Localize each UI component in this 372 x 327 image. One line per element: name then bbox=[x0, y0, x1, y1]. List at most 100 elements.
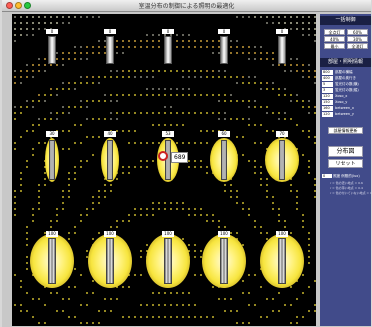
illuminance-dot bbox=[152, 304, 154, 306]
illuminance-dot bbox=[206, 220, 208, 222]
illuminance-dot bbox=[146, 34, 148, 36]
param-label: Xoso_y bbox=[335, 100, 348, 104]
illuminance-dot bbox=[164, 316, 166, 318]
illuminance-dot bbox=[26, 244, 28, 246]
illuminance-dot bbox=[212, 220, 214, 222]
param-value[interactable]: 160 bbox=[322, 106, 333, 111]
illuminance-dot bbox=[98, 46, 100, 48]
param-value[interactable]: 150 bbox=[322, 100, 333, 105]
thirty-percent-button[interactable]: 30% bbox=[347, 36, 368, 42]
lamp-tube[interactable] bbox=[107, 140, 113, 180]
illuminance-dot bbox=[272, 112, 274, 114]
illuminance-dot bbox=[14, 82, 16, 84]
illuminance-dot bbox=[254, 106, 256, 108]
illuminance-dot bbox=[302, 106, 304, 108]
param-value[interactable]: 800 bbox=[322, 70, 333, 75]
lamp-tube[interactable] bbox=[49, 140, 55, 180]
illuminance-dot bbox=[206, 112, 208, 114]
illuminance-dot bbox=[284, 64, 286, 66]
illuminance-dot bbox=[122, 166, 124, 168]
legend-note: r = 色の濃い地点 = 0.6 bbox=[330, 181, 363, 185]
hanging-lamp[interactable] bbox=[220, 36, 228, 64]
illuminance-dot bbox=[242, 292, 244, 294]
illuminance-dot bbox=[260, 58, 262, 60]
illuminance-dot bbox=[26, 310, 28, 312]
illuminance-dot bbox=[314, 304, 316, 306]
illuminance-dot bbox=[308, 250, 310, 252]
lamp-tube[interactable] bbox=[279, 140, 285, 180]
lamp-tube[interactable] bbox=[220, 238, 228, 284]
illuminance-dot bbox=[140, 76, 142, 78]
illuminance-dot bbox=[272, 202, 274, 204]
illuminance-dot bbox=[98, 82, 100, 84]
illuminance-dot bbox=[20, 280, 22, 282]
all-off-button[interactable]: 全消灯 bbox=[347, 43, 368, 49]
illuminance-dot bbox=[14, 274, 16, 276]
illuminance-dot bbox=[242, 136, 244, 138]
param-label: 部屋の横幅 bbox=[335, 70, 353, 74]
illuminance-dot bbox=[296, 16, 298, 18]
illuminance-dot bbox=[158, 94, 160, 96]
param-value[interactable]: 3 bbox=[322, 88, 333, 93]
param-value[interactable]: 5 bbox=[322, 82, 333, 87]
illuminance-dot bbox=[110, 112, 112, 114]
illuminance-dot bbox=[218, 94, 220, 96]
illuminance-dot bbox=[68, 112, 70, 114]
illuminance-dot bbox=[152, 316, 154, 318]
illuminance-dot bbox=[176, 40, 178, 42]
forty-percent-button[interactable]: 40% bbox=[324, 36, 345, 42]
lamp-tube[interactable] bbox=[278, 238, 286, 284]
illuminance-dot bbox=[140, 256, 142, 258]
simulation-canvas[interactable]: 0 0 0 0 0 30 40 53 60 70 100 100 100 100 100 689 bbox=[12, 14, 316, 326]
hanging-lamp[interactable] bbox=[278, 36, 286, 64]
illuminance-dot bbox=[242, 280, 244, 282]
update-room-button[interactable]: 部屋情報更新 bbox=[328, 127, 363, 134]
illuminance-dot bbox=[104, 76, 106, 78]
all-on-button[interactable]: 全点灯 bbox=[324, 29, 345, 35]
illuminance-dot bbox=[26, 130, 28, 132]
hanging-lamp[interactable] bbox=[106, 36, 114, 64]
illuminance-dot bbox=[32, 100, 34, 102]
lamp-tube[interactable] bbox=[106, 238, 114, 284]
illuminance-dot bbox=[284, 112, 286, 114]
illuminance-dot bbox=[194, 160, 196, 162]
illuminance-dot bbox=[176, 112, 178, 114]
illuminance-dot bbox=[242, 154, 244, 156]
distribution-map-button[interactable]: 分布図 bbox=[328, 146, 363, 157]
reset-button[interactable]: リセット bbox=[328, 159, 363, 168]
param-value[interactable]: 120 bbox=[322, 112, 333, 117]
param-value[interactable]: 400 bbox=[322, 76, 333, 81]
illuminance-dot bbox=[194, 256, 196, 258]
illuminance-dot bbox=[254, 220, 256, 222]
illuminance-dot bbox=[44, 100, 46, 102]
illuminance-dot bbox=[98, 40, 100, 42]
illuminance-dot bbox=[218, 100, 220, 102]
illuminance-dot bbox=[296, 298, 298, 300]
lamp-tube[interactable] bbox=[48, 238, 56, 284]
illuminance-dot bbox=[314, 16, 316, 18]
illuminance-dot bbox=[290, 58, 292, 60]
illuminance-dot bbox=[176, 208, 178, 210]
illuminance-dot bbox=[224, 310, 226, 312]
illuminance-dot bbox=[86, 304, 88, 306]
status-value[interactable]: 0 bbox=[322, 174, 332, 178]
illuminance-dot bbox=[176, 124, 178, 126]
param-value[interactable]: 120 bbox=[322, 94, 333, 99]
illuminance-dot bbox=[74, 316, 76, 318]
lamp-tube[interactable] bbox=[164, 238, 172, 284]
illuminance-dot bbox=[158, 292, 160, 294]
illuminance-dot bbox=[194, 70, 196, 72]
sensor-marker[interactable] bbox=[158, 151, 168, 161]
illuminance-dot bbox=[212, 112, 214, 114]
illuminance-dot bbox=[140, 142, 142, 144]
lamp-tube[interactable] bbox=[221, 140, 227, 180]
sixty-percent-button[interactable]: 60% bbox=[347, 29, 368, 35]
illuminance-dot bbox=[92, 154, 94, 156]
illuminance-dot bbox=[26, 64, 28, 66]
illuminance-dot bbox=[314, 178, 316, 180]
illuminance-dot bbox=[194, 46, 196, 48]
illuminance-dot bbox=[170, 112, 172, 114]
minimum-button[interactable]: 最小 bbox=[324, 43, 345, 49]
hanging-lamp[interactable] bbox=[164, 36, 172, 64]
hanging-lamp[interactable] bbox=[48, 36, 56, 64]
